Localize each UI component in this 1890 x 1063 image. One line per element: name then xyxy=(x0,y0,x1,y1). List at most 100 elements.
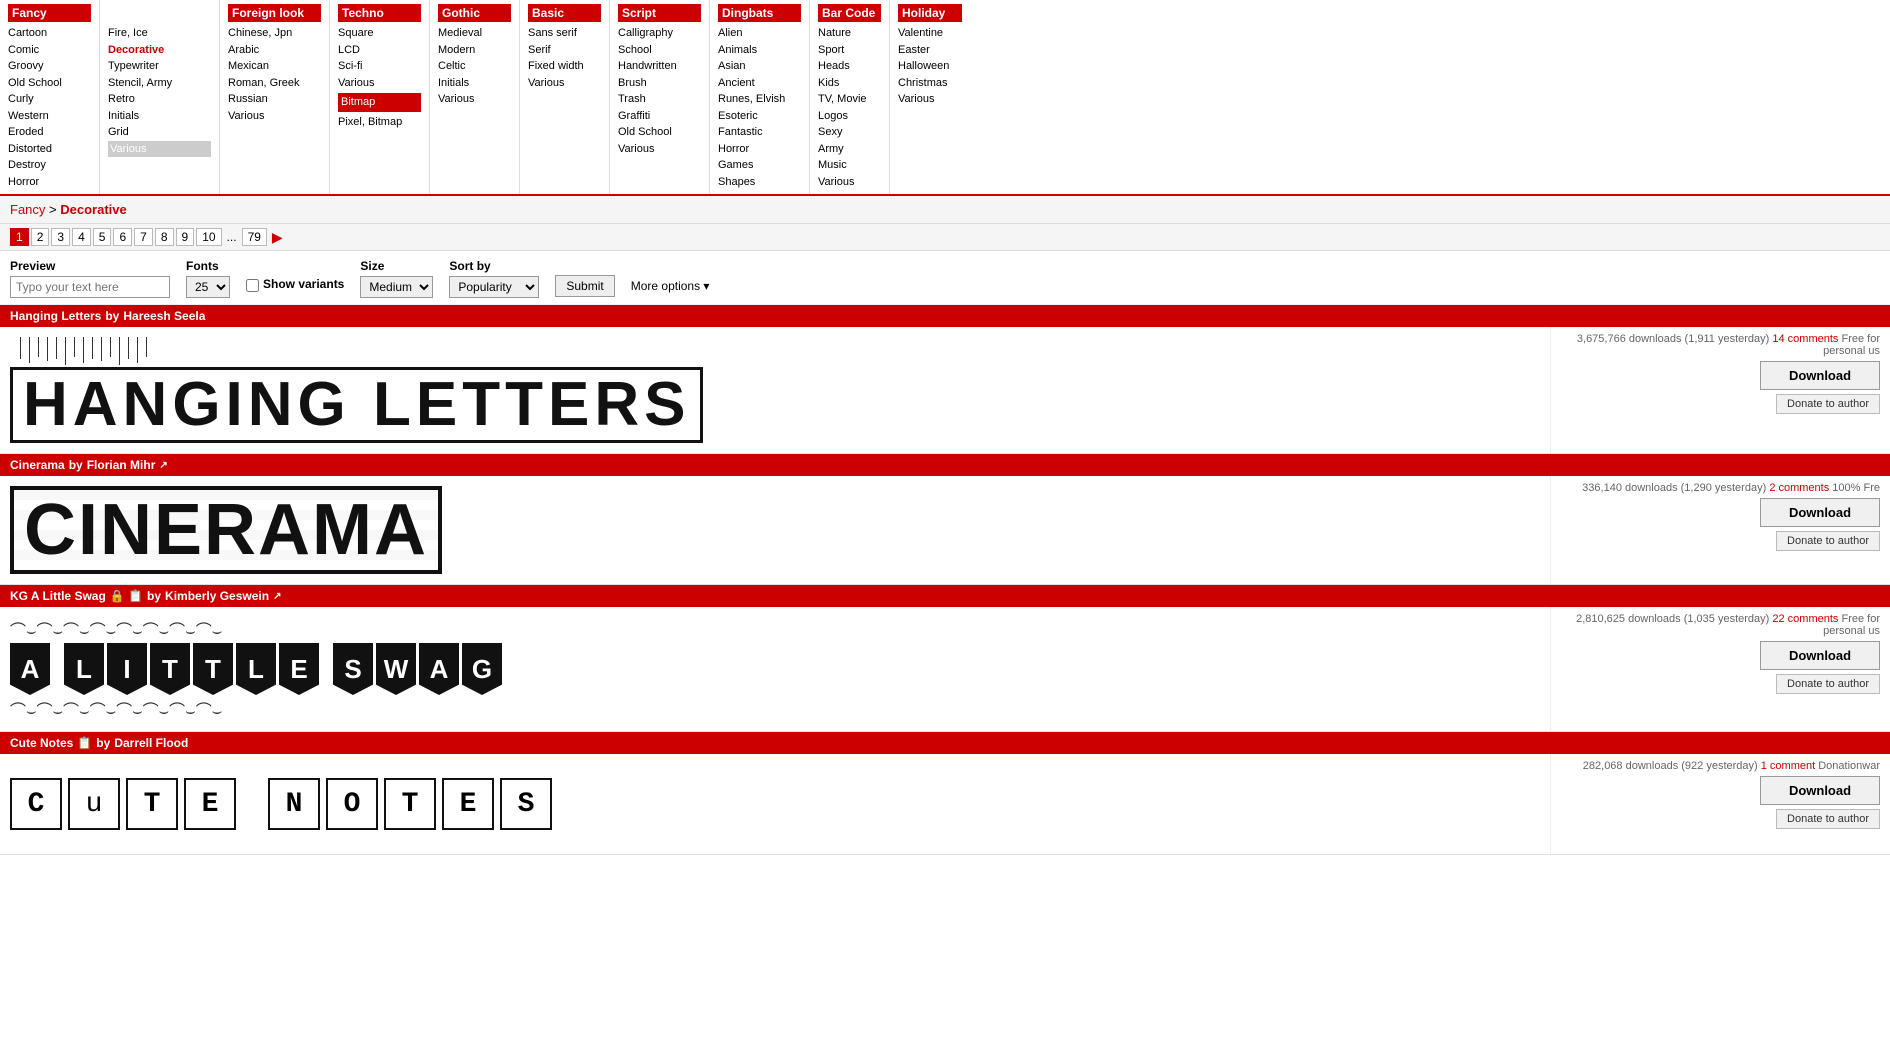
nav-item-music[interactable]: Music xyxy=(818,157,881,174)
nav-item-chinese[interactable]: Chinese, Jpn xyxy=(228,25,321,42)
sort-select[interactable]: Popularity Name Downloads xyxy=(449,276,539,298)
nav-item-logos[interactable]: Logos xyxy=(818,108,881,125)
show-variants-checkbox[interactable] xyxy=(246,279,259,292)
nav-item-kids[interactable]: Kids xyxy=(818,75,881,92)
nav-item-typewriter[interactable]: Typewriter xyxy=(108,58,211,75)
nav-item-fantastic[interactable]: Fantastic xyxy=(718,124,801,141)
font-comments-hanging[interactable]: 14 comments xyxy=(1772,333,1838,345)
nav-item-fire-ice[interactable]: Fire, Ice xyxy=(108,25,211,42)
nav-item-horror[interactable]: Horror xyxy=(8,174,91,191)
nav-item-brush[interactable]: Brush xyxy=(618,75,701,92)
nav-item-various-basic[interactable]: Various xyxy=(528,75,601,92)
nav-item-bitmap[interactable]: Bitmap xyxy=(338,93,421,112)
nav-item-modern[interactable]: Modern xyxy=(438,42,511,59)
font-comments-cinerama[interactable]: 2 comments xyxy=(1769,482,1829,494)
page-3[interactable]: 3 xyxy=(51,228,70,246)
nav-item-lcd[interactable]: LCD xyxy=(338,42,421,59)
nav-item-roman[interactable]: Roman, Greek xyxy=(228,75,321,92)
font-author-swag[interactable]: Kimberly Geswein xyxy=(165,589,269,603)
nav-header-foreign[interactable]: Foreign look xyxy=(228,4,321,22)
nav-item-initials[interactable]: Initials xyxy=(108,108,211,125)
nav-header-dingbats[interactable]: Dingbats xyxy=(718,4,801,22)
nav-item-heads[interactable]: Heads xyxy=(818,58,881,75)
font-author-cinerama[interactable]: Florian Mihr xyxy=(87,458,156,472)
more-options-button[interactable]: More options ▾ xyxy=(631,279,710,293)
nav-item-school[interactable]: School xyxy=(618,42,701,59)
nav-item-serif[interactable]: Serif xyxy=(528,42,601,59)
nav-item-valentine[interactable]: Valentine xyxy=(898,25,962,42)
nav-item-army[interactable]: Army xyxy=(818,141,881,158)
fonts-select[interactable]: 10 25 50 xyxy=(186,276,230,298)
page-7[interactable]: 7 xyxy=(134,228,153,246)
nav-header-holiday[interactable]: Holiday xyxy=(898,4,962,22)
page-9[interactable]: 9 xyxy=(176,228,195,246)
nav-item-animals[interactable]: Animals xyxy=(718,42,801,59)
nav-header-gothic[interactable]: Gothic xyxy=(438,4,511,22)
nav-header-script[interactable]: Script xyxy=(618,4,701,22)
nav-item-calligraphy[interactable]: Calligraphy xyxy=(618,25,701,42)
nav-item-western[interactable]: Western xyxy=(8,108,91,125)
page-next-icon[interactable]: ▶ xyxy=(269,229,286,246)
nav-item-various-holiday[interactable]: Various xyxy=(898,91,962,108)
nav-header-fancy[interactable]: Fancy xyxy=(8,4,91,22)
donate-button-cute[interactable]: Donate to author xyxy=(1776,809,1880,829)
nav-item-stencil[interactable]: Stencil, Army xyxy=(108,75,211,92)
nav-item-asian[interactable]: Asian xyxy=(718,58,801,75)
nav-item-ancient[interactable]: Ancient xyxy=(718,75,801,92)
nav-item-nature[interactable]: Nature xyxy=(818,25,881,42)
nav-item-easter[interactable]: Easter xyxy=(898,42,962,59)
nav-item-medieval[interactable]: Medieval xyxy=(438,25,511,42)
submit-button[interactable]: Submit xyxy=(555,275,614,297)
font-author-hanging[interactable]: Hareesh Seela xyxy=(123,309,205,323)
donate-button-swag[interactable]: Donate to author xyxy=(1776,674,1880,694)
nav-item-sexy[interactable]: Sexy xyxy=(818,124,881,141)
nav-item-sport[interactable]: Sport xyxy=(818,42,881,59)
page-1[interactable]: 1 xyxy=(10,228,29,246)
page-4[interactable]: 4 xyxy=(72,228,91,246)
font-comments-swag[interactable]: 22 comments xyxy=(1772,613,1838,625)
nav-item-handwritten[interactable]: Handwritten xyxy=(618,58,701,75)
nav-item-various-bc[interactable]: Various xyxy=(818,174,881,191)
nav-item-runes[interactable]: Runes, Elvish xyxy=(718,91,801,108)
nav-item-sans-serif[interactable]: Sans serif xyxy=(528,25,601,42)
nav-item-various-techno[interactable]: Various xyxy=(338,75,421,92)
breadcrumb-parent[interactable]: Fancy xyxy=(10,202,45,217)
nav-item-esoteric[interactable]: Esoteric xyxy=(718,108,801,125)
nav-item-grid[interactable]: Grid xyxy=(108,124,211,141)
nav-item-oldschool-script[interactable]: Old School xyxy=(618,124,701,141)
nav-item-various-fancy[interactable]: Various xyxy=(108,141,211,158)
nav-item-scifi[interactable]: Sci-fi xyxy=(338,58,421,75)
nav-item-celtic[interactable]: Celtic xyxy=(438,58,511,75)
nav-header-techno[interactable]: Techno xyxy=(338,4,421,22)
nav-item-trash[interactable]: Trash xyxy=(618,91,701,108)
nav-item-eroded[interactable]: Eroded xyxy=(8,124,91,141)
nav-header-basic[interactable]: Basic xyxy=(528,4,601,22)
nav-item-various-foreign[interactable]: Various xyxy=(228,108,321,125)
donate-button-hanging[interactable]: Donate to author xyxy=(1776,394,1880,414)
nav-item-pixel[interactable]: Pixel, Bitmap xyxy=(338,114,421,131)
nav-item-mexican[interactable]: Mexican xyxy=(228,58,321,75)
download-button-hanging[interactable]: Download xyxy=(1760,361,1880,390)
nav-item-horror-ding[interactable]: Horror xyxy=(718,141,801,158)
page-2[interactable]: 2 xyxy=(31,228,50,246)
nav-item-various-script[interactable]: Various xyxy=(618,141,701,158)
download-button-cinerama[interactable]: Download xyxy=(1760,498,1880,527)
nav-item-comic[interactable]: Comic xyxy=(8,42,91,59)
page-10[interactable]: 10 xyxy=(196,228,221,246)
nav-item-cartoon[interactable]: Cartoon xyxy=(8,25,91,42)
page-6[interactable]: 6 xyxy=(113,228,132,246)
nav-item-games[interactable]: Games xyxy=(718,157,801,174)
size-select[interactable]: Small Medium Large xyxy=(360,276,433,298)
nav-item-square[interactable]: Square xyxy=(338,25,421,42)
nav-item-curly[interactable]: Curly xyxy=(8,91,91,108)
nav-item-retro[interactable]: Retro xyxy=(108,91,211,108)
nav-item-russian[interactable]: Russian xyxy=(228,91,321,108)
preview-input[interactable] xyxy=(10,276,170,298)
nav-item-destroy[interactable]: Destroy xyxy=(8,157,91,174)
nav-item-initials-gothic[interactable]: Initials xyxy=(438,75,511,92)
nav-item-various-gothic[interactable]: Various xyxy=(438,91,511,108)
nav-item-oldschool[interactable]: Old School xyxy=(8,75,91,92)
font-author-cute[interactable]: Darrell Flood xyxy=(114,736,188,750)
nav-item-graffiti[interactable]: Graffiti xyxy=(618,108,701,125)
nav-item-decorative[interactable]: Decorative xyxy=(108,42,211,59)
